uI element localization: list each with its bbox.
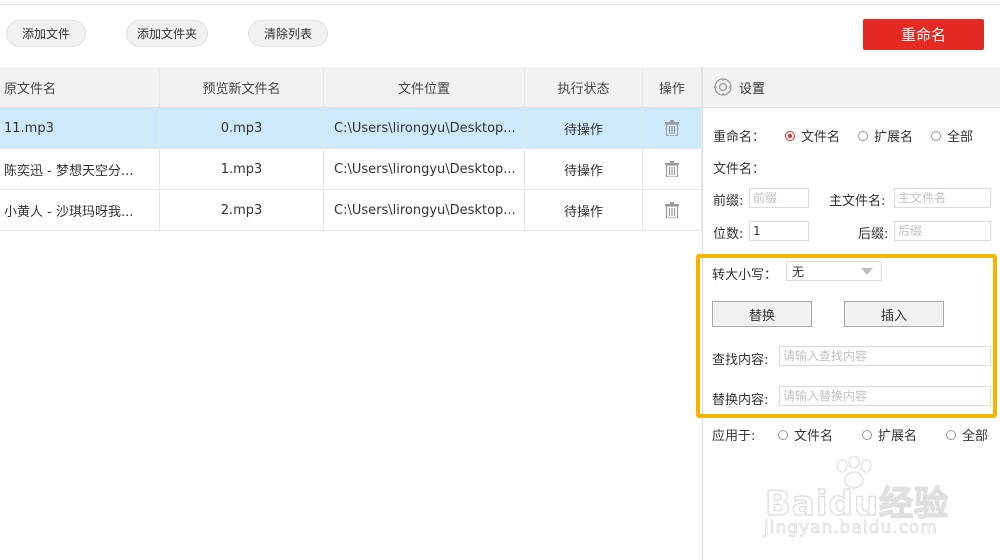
table-row[interactable]: 陈奕迅 - 梦想天空分... 1.mp3 C:\Users\lirongyu\D… (0, 149, 702, 190)
clear-list-button[interactable]: 清除列表 (248, 20, 328, 47)
case-convert-label: 转大小写： (712, 268, 778, 283)
filename-section-label: 文件名： (713, 162, 766, 177)
original-filename: 陈奕迅 - 梦想天空分... (0, 149, 160, 189)
table-row[interactable]: 11.mp3 0.mp3 C:\Users\lirongyu\Desktop..… (0, 108, 702, 149)
radio-selected-indicator (785, 130, 795, 141)
settings-title: 设置 (739, 81, 766, 97)
column-header-status[interactable]: 执行状态 (525, 67, 643, 107)
radio-indicator (778, 429, 788, 440)
apply-to-extension-radio[interactable]: 扩展名 (862, 425, 917, 444)
column-header-action: 操作 (643, 67, 702, 107)
find-content-label: 查找内容: (712, 353, 769, 368)
chevron-down-icon (861, 268, 873, 275)
suffix-input[interactable] (894, 221, 991, 241)
column-header-preview[interactable]: 预览新文件名 (160, 67, 324, 107)
radio-indicator (858, 130, 868, 141)
radio-indicator (946, 429, 956, 440)
radio-indicator (862, 429, 872, 440)
settings-panel: 设置 重命名： 文件名 扩展名 全部 文件名： 前缀: 主文件名: 位数: 后缀… (702, 67, 1000, 560)
status-text: 待操作 (525, 149, 643, 189)
replace-content-label: 替换内容: (712, 393, 769, 408)
replace-button[interactable]: 替换 (712, 301, 812, 327)
action-cell (643, 149, 702, 189)
table-header: 原文件名 预览新文件名 文件位置 执行状态 操作 (0, 67, 702, 108)
main-filename-label: 主文件名: (829, 194, 886, 209)
column-header-original[interactable]: 原文件名 (0, 67, 160, 107)
table-row[interactable]: 小黄人 - 沙琪玛呀我... 2.mp3 C:\Users\lirongyu\D… (0, 190, 702, 231)
add-file-button[interactable]: 添加文件 (6, 20, 86, 47)
file-location: C:\Users\lirongyu\Desktop... (324, 149, 525, 189)
case-convert-value: 无 (792, 264, 805, 279)
action-cell (643, 190, 702, 230)
original-filename: 小黄人 - 沙琪玛呀我... (0, 190, 160, 230)
file-location: C:\Users\lirongyu\Desktop... (324, 190, 525, 230)
digits-input[interactable] (749, 221, 809, 241)
preview-filename: 0.mp3 (160, 108, 324, 148)
find-content-input[interactable] (779, 346, 991, 366)
rename-target-label: 重命名： (713, 130, 766, 145)
digits-label: 位数: (713, 227, 744, 242)
preview-filename: 2.mp3 (160, 190, 324, 230)
case-convert-select[interactable]: 无 (786, 261, 882, 281)
gear-icon (714, 78, 732, 96)
settings-header: 设置 (703, 67, 1000, 108)
rename-button[interactable]: 重命名 (863, 19, 984, 50)
insert-button[interactable]: 插入 (844, 301, 944, 327)
preview-filename: 1.mp3 (160, 149, 324, 189)
main-filename-input[interactable] (894, 188, 991, 208)
rename-target-filename-radio[interactable]: 文件名 (785, 126, 840, 145)
replace-content-input[interactable] (779, 386, 991, 406)
suffix-label: 后缀: (858, 227, 889, 242)
column-header-location[interactable]: 文件位置 (324, 67, 525, 107)
action-cell (643, 108, 702, 148)
trash-icon[interactable] (665, 161, 679, 177)
radio-indicator (931, 130, 941, 141)
trash-icon[interactable] (665, 120, 679, 136)
prefix-input[interactable] (749, 188, 809, 208)
apply-to-filename-radio[interactable]: 文件名 (778, 425, 833, 444)
top-divider (0, 4, 1000, 5)
rename-target-extension-radio[interactable]: 扩展名 (858, 126, 913, 145)
apply-to-all-radio[interactable]: 全部 (946, 425, 988, 444)
apply-to-label: 应用于: (712, 429, 756, 444)
status-text: 待操作 (525, 108, 643, 148)
rename-target-all-radio[interactable]: 全部 (931, 126, 973, 145)
file-location: C:\Users\lirongyu\Desktop... (324, 108, 525, 148)
trash-icon[interactable] (665, 202, 679, 218)
status-text: 待操作 (525, 190, 643, 230)
add-folder-button[interactable]: 添加文件夹 (126, 20, 208, 47)
prefix-label: 前缀: (713, 194, 744, 209)
original-filename: 11.mp3 (0, 108, 160, 148)
